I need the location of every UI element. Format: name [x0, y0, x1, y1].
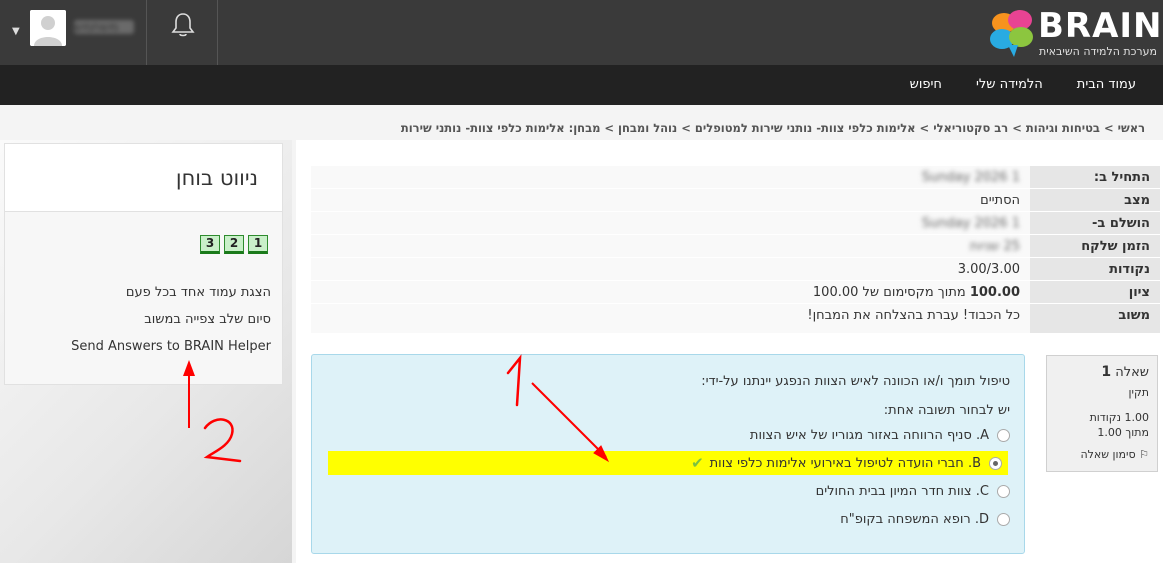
summary-row-marks: נקודות 3.00/3.00: [311, 257, 1160, 280]
logo-subtitle: מערכת הלמידה השיבאית: [1038, 45, 1157, 58]
completed-value: 1 Sunday 2026: [921, 216, 1020, 231]
answer-c[interactable]: C. צוות חדר המיון בבית החולים: [816, 479, 1010, 503]
logo-text: BRAIN: [1038, 6, 1163, 46]
answer-b-radio[interactable]: [989, 456, 1002, 470]
quiz-summary-table: התחיל ב: 1 Sunday 2026 מצב הסתיים הושלם …: [311, 165, 1160, 333]
marks-value: 3.00/3.00: [311, 258, 1030, 280]
summary-row-feedback: משוב כל הכבוד! עברת בהצלחה את המבחן!: [311, 303, 1160, 333]
answer-d[interactable]: D. רופא המשפחה בקופ"ח: [840, 507, 1010, 531]
bell-icon: [171, 13, 195, 37]
nav-my-learning[interactable]: הלמידה שלי: [959, 65, 1060, 105]
quiz-nav-question-3[interactable]: 3: [200, 235, 220, 254]
grade-value: 100.00 מתוך מקסימום של 100.00: [311, 281, 1030, 303]
nav-home[interactable]: עמוד הבית: [1060, 65, 1153, 105]
finish-review-link[interactable]: סיום שלב צפייה במשוב: [144, 312, 271, 327]
brain-icon: [990, 10, 1033, 57]
summary-row-grade: ציון 100.00 מתוך מקסימום של 100.00: [311, 280, 1160, 303]
quiz-navigation-title: ניווט בוחן: [175, 166, 258, 190]
answer-c-radio[interactable]: [997, 484, 1010, 498]
flag-question-button[interactable]: ⚐ סימון שאלה: [1080, 448, 1149, 461]
correct-check-icon: ✔: [691, 454, 704, 472]
answer-a-radio[interactable]: [997, 428, 1010, 442]
top-bar: ▼ משתמש BRAIN מערכת הלמידה השיבאית: [0, 0, 1163, 65]
flag-icon: ⚐: [1139, 448, 1149, 461]
notifications-button[interactable]: [148, 0, 218, 65]
question-points: 1.00 נקודות: [1089, 411, 1149, 424]
quiz-navigation-block: ניווט בוחן 1 2 3 הצגת עמוד אחד בכל פעם ס…: [4, 143, 283, 385]
user-menu[interactable]: ▼ משתמש: [0, 0, 147, 65]
state-value: הסתיים: [311, 189, 1030, 211]
time-taken-value: 25 שניות: [969, 239, 1020, 254]
summary-row-time-taken: הזמן שלקח 25 שניות: [311, 234, 1160, 257]
question-info: שאלה 1 תקין 1.00 נקודות מתוך 1.00 ⚐ סימו…: [1046, 355, 1158, 472]
caret-down-icon[interactable]: ▼: [12, 26, 20, 37]
avatar[interactable]: [30, 10, 66, 46]
breadcrumb[interactable]: ראשי > בטיחות וגיהות > רב סקטוריאלי > אל…: [401, 121, 1145, 135]
summary-row-completed: הושלם ב- 1 Sunday 2026: [311, 211, 1160, 234]
quiz-nav-question-1[interactable]: 1: [248, 235, 268, 254]
send-answers-link[interactable]: Send Answers to BRAIN Helper: [71, 339, 271, 354]
summary-row-state: מצב הסתיים: [311, 188, 1160, 211]
brain-logo[interactable]: BRAIN מערכת הלמידה השיבאית: [988, 0, 1163, 65]
started-value: 1 Sunday 2026: [921, 170, 1020, 185]
question-text: טיפול תומך ו/או הכוונה לאיש הצוות הנפגע …: [701, 374, 1010, 389]
username[interactable]: משתמש: [74, 20, 134, 35]
answer-d-radio[interactable]: [997, 512, 1010, 526]
nav-search[interactable]: חיפוש: [893, 65, 959, 105]
answer-a[interactable]: A. סניף הרווחה באזור מגוריו של איש הצוות: [750, 423, 1010, 447]
question-prompt: יש לבחור תשובה אחת:: [883, 403, 1010, 418]
question-status: תקין: [1128, 386, 1150, 399]
show-one-page-link[interactable]: הצגת עמוד אחד בכל פעם: [126, 285, 271, 300]
question-box: טיפול תומך ו/או הכוונה לאיש הצוות הנפגע …: [311, 354, 1025, 554]
feedback-value: כל הכבוד! עברת בהצלחה את המבחן!: [311, 304, 1030, 333]
summary-row-started: התחיל ב: 1 Sunday 2026: [311, 165, 1160, 188]
main-nav: עמוד הבית הלמידה שלי חיפוש: [0, 65, 1163, 105]
question-out-of: מתוך 1.00: [1097, 426, 1149, 439]
quiz-nav-question-2[interactable]: 2: [224, 235, 244, 254]
answer-b[interactable]: B. חברי הועדה לטיפול באירועי אלימות כלפי…: [328, 451, 1008, 475]
